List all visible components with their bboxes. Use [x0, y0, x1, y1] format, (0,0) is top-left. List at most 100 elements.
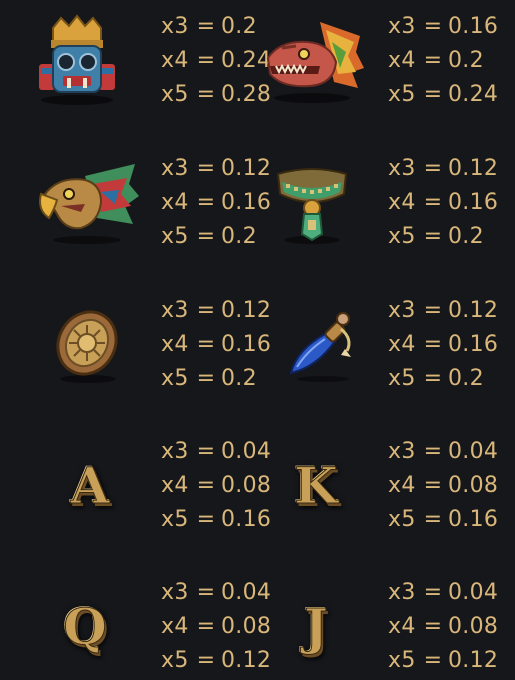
- pay-line-x3: x3 = 0.04: [161, 576, 271, 610]
- symbol-cell-letter-j: J x3 = 0.04 x4 = 0.08 x5 = 0.12: [257, 576, 514, 676]
- payout-value: 0.12: [448, 156, 499, 181]
- equals-sign: =: [423, 82, 443, 107]
- equals-sign: =: [423, 439, 443, 464]
- multiplier-label: x4: [161, 614, 189, 639]
- symbol-cell-jade-necklace: x3 = 0.12 x4 = 0.16 x5 = 0.2: [257, 152, 514, 252]
- symbol-cell-letter-k: K x3 = 0.04 x4 = 0.08 x5 = 0.16: [257, 435, 514, 535]
- pay-lines: x3 = 0.04 x4 = 0.08 x5 = 0.16: [388, 435, 498, 537]
- multiplier-label: x5: [388, 366, 416, 391]
- pay-line-x3: x3 = 0.12: [161, 152, 271, 186]
- equals-sign: =: [423, 224, 443, 249]
- symbol-cell-serpent-head: x3 = 0.16 x4 = 0.2 x5 = 0.24: [257, 10, 514, 110]
- equals-sign: =: [423, 580, 443, 605]
- payout-value: 0.08: [448, 614, 499, 639]
- pay-line-x4: x4 = 0.16: [388, 328, 498, 362]
- multiplier-label: x4: [161, 332, 189, 357]
- letter-q-icon: Q: [63, 596, 108, 656]
- symbol-cell-obsidian-dagger: x3 = 0.12 x4 = 0.16 x5 = 0.2: [257, 294, 514, 394]
- payout-value: 0.16: [448, 507, 499, 532]
- symbol-cell-letter-a: A x3 = 0.04 x4 = 0.08 x5 = 0.16: [0, 435, 271, 535]
- multiplier-label: x4: [388, 190, 416, 215]
- pay-line-x5: x5 = 0.2: [161, 362, 271, 396]
- multiplier-label: x4: [388, 614, 416, 639]
- letter-j-icon: J: [304, 596, 329, 656]
- multiplier-label: x4: [388, 473, 416, 498]
- multiplier-label: x5: [161, 82, 189, 107]
- equals-sign: =: [196, 614, 216, 639]
- payout-value: 0.2: [448, 48, 484, 73]
- multiplier-label: x5: [388, 82, 416, 107]
- payout-value: 0.12: [448, 298, 499, 323]
- payout-value: 0.2: [448, 224, 484, 249]
- pay-line-x5: x5 = 0.24: [388, 78, 498, 112]
- multiplier-label: x4: [161, 473, 189, 498]
- pay-line-x5: x5 = 0.2: [161, 220, 271, 254]
- pay-line-x3: x3 = 0.12: [388, 294, 498, 328]
- payout-value: 0.2: [221, 14, 257, 39]
- equals-sign: =: [423, 190, 443, 215]
- payout-value: 0.16: [448, 190, 499, 215]
- payout-value: 0.16: [448, 14, 499, 39]
- equals-sign: =: [423, 332, 443, 357]
- serpent-head-icon: [257, 10, 367, 110]
- equals-sign: =: [196, 439, 216, 464]
- pay-line-x4: x4 = 0.08: [388, 469, 498, 503]
- pay-line-x5: x5 = 0.2: [388, 220, 498, 254]
- multiplier-label: x3: [388, 156, 416, 181]
- equals-sign: =: [196, 507, 216, 532]
- payout-value: 0.2: [221, 224, 257, 249]
- equals-sign: =: [423, 14, 443, 39]
- equals-sign: =: [196, 473, 216, 498]
- pay-line-x4: x4 = 0.16: [161, 186, 271, 220]
- pay-line-x4: x4 = 0.24: [161, 44, 271, 78]
- multiplier-label: x3: [161, 14, 189, 39]
- pay-line-x5: x5 = 0.16: [161, 503, 271, 537]
- multiplier-label: x4: [161, 190, 189, 215]
- symbol-cell-golden-shield: x3 = 0.12 x4 = 0.16 x5 = 0.2: [0, 294, 271, 394]
- pay-line-x4: x4 = 0.08: [161, 610, 271, 644]
- pay-line-x3: x3 = 0.2: [161, 10, 271, 44]
- multiplier-label: x3: [161, 156, 189, 181]
- multiplier-label: x3: [388, 298, 416, 323]
- letter-k-icon: K: [294, 455, 338, 515]
- multiplier-label: x3: [161, 580, 189, 605]
- multiplier-label: x5: [161, 366, 189, 391]
- eagle-head-icon: [32, 152, 142, 252]
- payout-value: 0.12: [448, 648, 499, 673]
- pay-lines: x3 = 0.12 x4 = 0.16 x5 = 0.2: [161, 294, 271, 396]
- symbol-cell-tlaloc-mask: x3 = 0.2 x4 = 0.24 x5 = 0.28: [0, 10, 271, 110]
- payout-value: 0.2: [448, 366, 484, 391]
- equals-sign: =: [196, 366, 216, 391]
- equals-sign: =: [196, 648, 216, 673]
- equals-sign: =: [423, 48, 443, 73]
- multiplier-label: x4: [388, 332, 416, 357]
- pay-line-x3: x3 = 0.04: [161, 435, 271, 469]
- equals-sign: =: [423, 156, 443, 181]
- multiplier-label: x5: [388, 224, 416, 249]
- pay-line-x4: x4 = 0.08: [161, 469, 271, 503]
- letter-a-icon: A: [70, 455, 110, 515]
- multiplier-label: x5: [161, 648, 189, 673]
- pay-line-x5: x5 = 0.28: [161, 78, 271, 112]
- pay-line-x5: x5 = 0.2: [388, 362, 498, 396]
- jade-necklace-icon: [257, 152, 367, 252]
- equals-sign: =: [423, 366, 443, 391]
- payout-value: 0.08: [448, 473, 499, 498]
- pay-line-x3: x3 = 0.12: [161, 294, 271, 328]
- equals-sign: =: [423, 473, 443, 498]
- pay-lines: x3 = 0.04 x4 = 0.08 x5 = 0.16: [161, 435, 271, 537]
- tlaloc-mask-icon: [22, 10, 132, 110]
- pay-lines: x3 = 0.16 x4 = 0.2 x5 = 0.24: [388, 10, 498, 112]
- symbol-cell-eagle-head: x3 = 0.12 x4 = 0.16 x5 = 0.2: [0, 152, 271, 252]
- payout-value: 0.04: [448, 580, 499, 605]
- pay-lines: x3 = 0.04 x4 = 0.08 x5 = 0.12: [161, 576, 271, 678]
- pay-lines: x3 = 0.04 x4 = 0.08 x5 = 0.12: [388, 576, 498, 678]
- multiplier-label: x3: [161, 439, 189, 464]
- equals-sign: =: [196, 332, 216, 357]
- multiplier-label: x3: [388, 580, 416, 605]
- pay-line-x4: x4 = 0.2: [388, 44, 498, 78]
- multiplier-label: x3: [388, 14, 416, 39]
- obsidian-dagger-icon: [267, 294, 377, 394]
- multiplier-label: x4: [388, 48, 416, 73]
- equals-sign: =: [196, 298, 216, 323]
